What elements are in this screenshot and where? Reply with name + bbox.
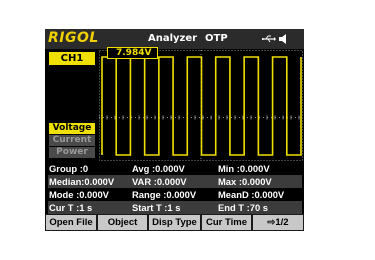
waveform-plot bbox=[99, 50, 303, 161]
stat-cur-t: Cur T :1 s bbox=[49, 202, 93, 213]
waveform-trace bbox=[101, 56, 302, 156]
title-bar: RIGOL Analyzer OTP bbox=[45, 29, 304, 49]
otp-status: OTP bbox=[205, 33, 228, 44]
stats-row: Group :0 Avg :0.000V Min :0.000V bbox=[48, 162, 302, 175]
mode-current[interactable]: Current bbox=[49, 135, 95, 146]
stat-max: Max :0.000V bbox=[218, 176, 272, 187]
speaker-icon bbox=[279, 34, 286, 44]
app-title: Analyzer bbox=[148, 33, 198, 44]
stat-mode: Mode :0.000V bbox=[49, 189, 109, 200]
stats-row: Median:0.000V VAR :0.000V Max :0.000V bbox=[48, 175, 302, 188]
stat-start-t: Start T :1 s bbox=[132, 202, 181, 213]
mode-voltage[interactable]: Voltage bbox=[49, 123, 95, 134]
stat-group: Group :0 bbox=[49, 163, 89, 174]
rigol-logo: RIGOL bbox=[48, 30, 99, 46]
stat-end-t: End T :70 s bbox=[218, 202, 269, 213]
softkey-open-file[interactable]: Open File bbox=[46, 215, 96, 230]
stat-avg: Avg :0.000V bbox=[132, 163, 185, 174]
stats-row: Mode :0.000V Range :0.000V MeanD :0.000V bbox=[48, 188, 302, 201]
channel-badge[interactable]: CH1 bbox=[49, 52, 95, 65]
softkey-disp-type[interactable]: Disp Type bbox=[149, 215, 200, 230]
instrument-screen: RIGOL Analyzer OTP CH1 7.984V Voltage Cu… bbox=[45, 29, 304, 231]
stat-median: Median:0.000V bbox=[49, 176, 115, 187]
statistics-table: Group :0 Avg :0.000V Min :0.000V Median:… bbox=[48, 162, 302, 214]
softkey-cur-time[interactable]: Cur Time bbox=[202, 215, 251, 230]
stat-var: VAR :0.000V bbox=[132, 176, 187, 187]
mode-power[interactable]: Power bbox=[49, 147, 95, 158]
level-marker: 7.984V bbox=[107, 47, 159, 59]
stat-meand: MeanD :0.000V bbox=[218, 189, 285, 200]
stat-min: Min :0.000V bbox=[218, 163, 270, 174]
usb-icon bbox=[262, 35, 276, 43]
softkey-next-page[interactable]: ⇨1/2 bbox=[253, 215, 303, 230]
stats-row: Cur T :1 s Start T :1 s End T :70 s bbox=[48, 201, 302, 214]
stat-range: Range :0.000V bbox=[132, 189, 197, 200]
softkey-menu: Open File Object Disp Type Cur Time ⇨1/2 bbox=[45, 214, 304, 231]
softkey-object[interactable]: Object bbox=[98, 215, 147, 230]
